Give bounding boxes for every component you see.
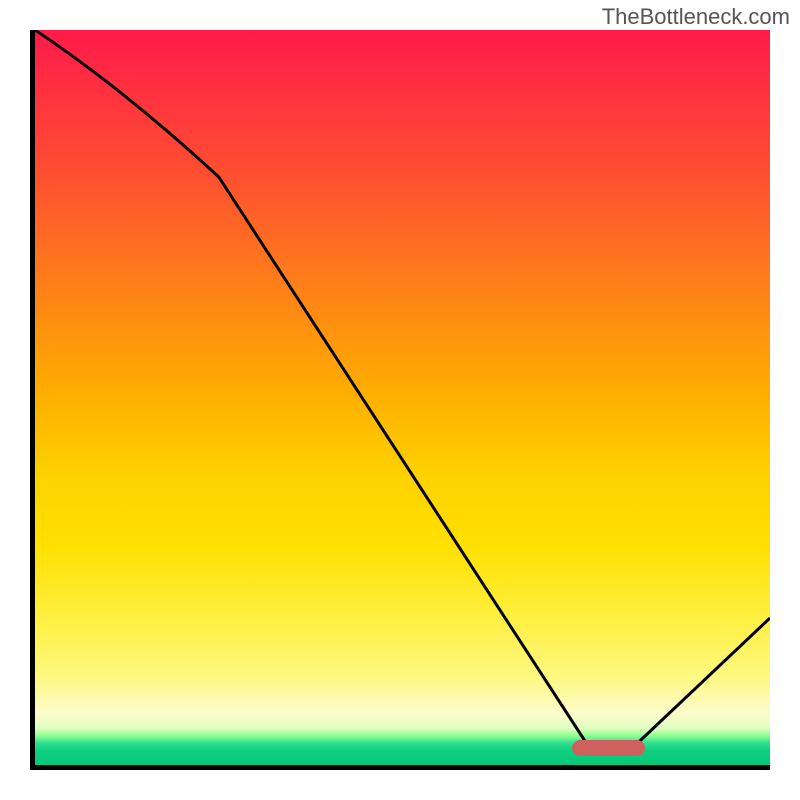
optimal-range-marker	[572, 740, 646, 756]
chart-plot-area	[30, 30, 770, 770]
bottleneck-curve	[35, 30, 770, 765]
chart-container: TheBottleneck.com	[0, 0, 800, 800]
watermark-text: TheBottleneck.com	[602, 4, 790, 30]
